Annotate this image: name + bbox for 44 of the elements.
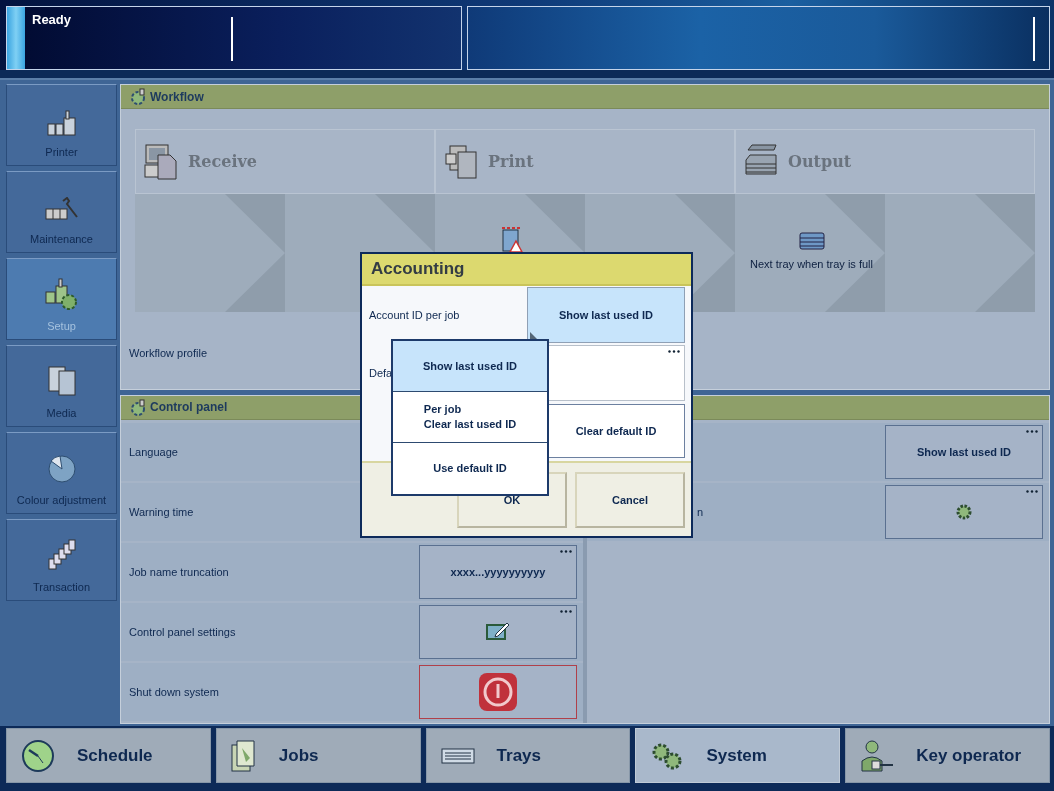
tray-icon	[798, 230, 825, 250]
gears-icon	[129, 88, 147, 105]
user-key-icon	[860, 738, 895, 773]
setting-label: Control panel settings	[129, 625, 237, 638]
nav-tab[interactable]: System	[635, 728, 841, 783]
documents-icon	[230, 739, 257, 772]
dropdown-button[interactable]: Show last used ID	[527, 287, 685, 343]
setting-button[interactable]	[419, 604, 577, 659]
printer-icon	[46, 110, 77, 136]
nav-tab[interactable]: Key operator	[845, 728, 1050, 783]
status-message: Ready	[31, 11, 72, 28]
stacked-documents-icon	[46, 539, 77, 571]
paper-sheets-icon	[46, 365, 77, 397]
nav-tab[interactable]: Schedule	[6, 728, 211, 783]
step-label: Next tray when tray is full	[750, 258, 873, 270]
setting-button[interactable]	[885, 484, 1043, 539]
tray-icon	[440, 747, 475, 764]
nav-tab[interactable]: Jobs	[215, 728, 421, 783]
gears-icon	[129, 398, 147, 416]
setting-button[interactable]: Show last used ID	[885, 424, 1043, 479]
setting-label: Defa	[369, 367, 394, 379]
status-indicator-strip	[7, 7, 25, 69]
setting-label: n	[696, 505, 705, 518]
setting-label: Job name truncation	[129, 565, 230, 578]
pages-icon	[444, 143, 478, 180]
setting-label: Warning time	[129, 505, 195, 518]
clear-button[interactable]: Clear default ID	[547, 404, 685, 458]
dialog-title: Accounting	[362, 254, 691, 286]
section-header: Workflow	[121, 85, 1049, 109]
clock-icon	[21, 738, 55, 773]
setting-button[interactable]	[419, 664, 577, 719]
setting-label: Language	[129, 445, 179, 458]
setting-label: Account ID per job	[369, 309, 461, 321]
setting-button[interactable]: xxxx...yyyyyyyyyy	[419, 544, 577, 599]
setting-label: Shut down system	[129, 685, 220, 698]
power-icon	[478, 671, 518, 712]
dialog-button[interactable]: Cancel	[575, 471, 685, 528]
dropdown-option[interactable]: Show last used ID	[393, 341, 547, 392]
nav-tab[interactable]: Trays	[425, 728, 631, 783]
counter-wrench-icon	[44, 197, 79, 223]
setting-label: Workflow profile	[129, 347, 208, 359]
computer-document-icon	[144, 142, 178, 181]
pie-wheel-icon	[46, 454, 77, 484]
printer-gear-icon	[44, 278, 79, 310]
